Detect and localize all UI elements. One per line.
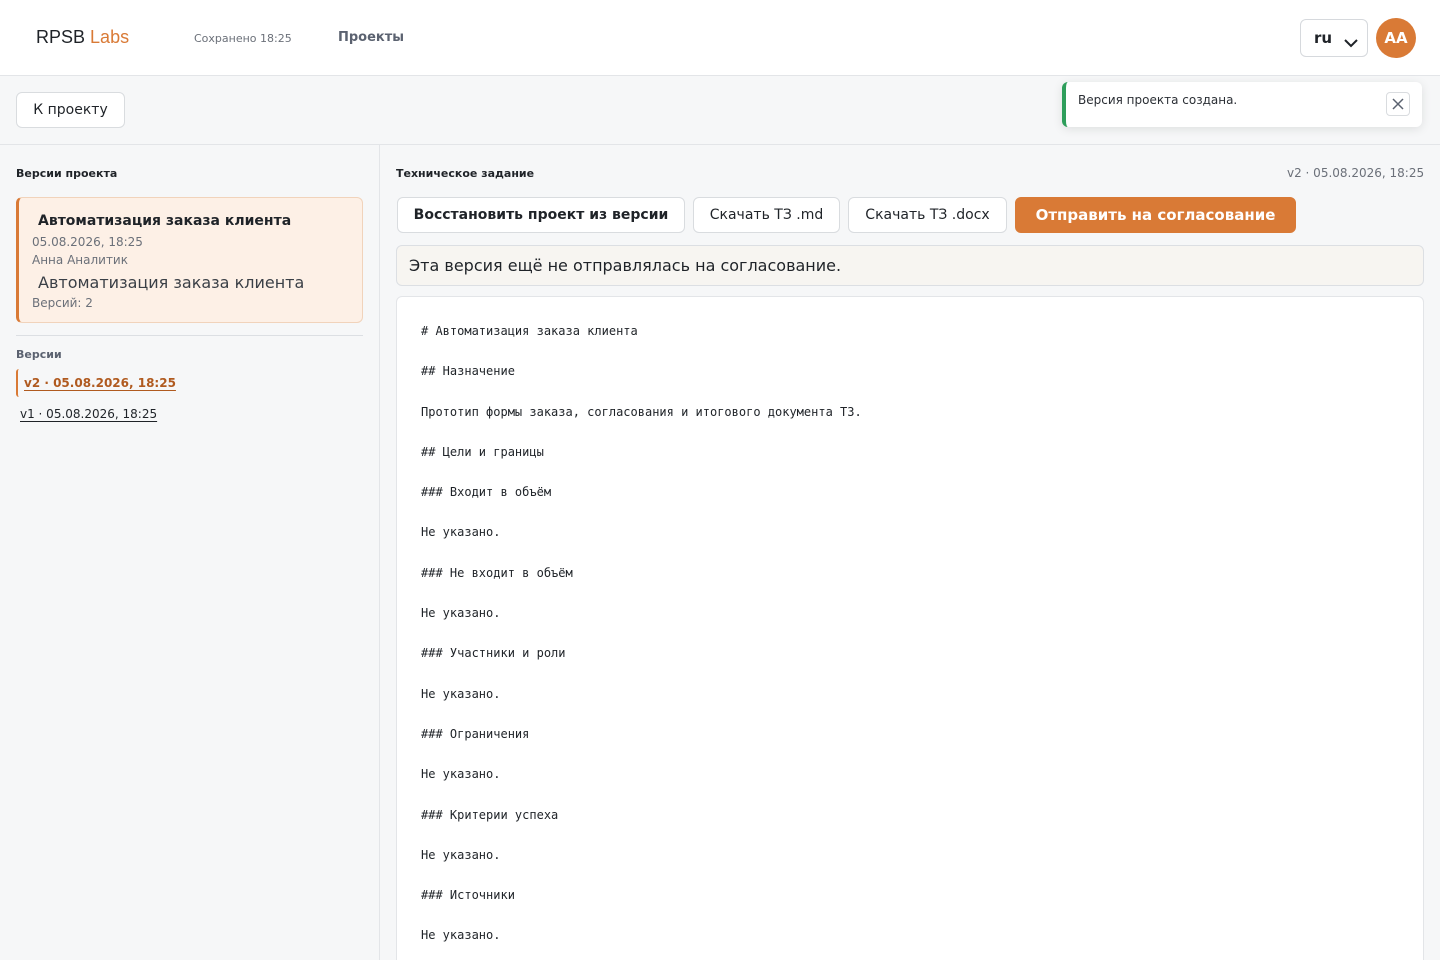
versions-title: Версии bbox=[16, 348, 62, 361]
project-description: Автоматизация заказа клиента bbox=[38, 273, 305, 292]
document-preview[interactable]: # Автоматизация заказа клиента ## Назначе… bbox=[396, 296, 1424, 960]
toast-message: Версия проекта создана. bbox=[1078, 93, 1238, 107]
download-docx-button[interactable]: Скачать ТЗ .docx bbox=[848, 197, 1007, 233]
document-line: ### Источники bbox=[421, 888, 515, 903]
nav-projects-link[interactable]: Проекты bbox=[338, 30, 404, 45]
project-name: Автоматизация заказа клиента bbox=[38, 213, 292, 229]
page-title: Техническое задание bbox=[396, 167, 535, 180]
document-content: # Автоматизация заказа клиента ## Назначе… bbox=[421, 323, 862, 960]
version-meta: v2 · 05.08.2026, 18:25 bbox=[1287, 166, 1425, 180]
project-author: Анна Аналитик bbox=[32, 253, 128, 267]
approval-notice: Эта версия ещё не отправлялась на соглас… bbox=[396, 245, 1424, 286]
document-line: Не указано. bbox=[421, 686, 501, 701]
chevron-down-icon bbox=[1344, 33, 1358, 52]
document-line: ## Назначение bbox=[421, 364, 515, 379]
project-versions-count: Версий: 2 bbox=[32, 296, 93, 310]
version-item-v1[interactable]: v1 · 05.08.2026, 18:25 bbox=[20, 407, 157, 421]
toast-close-button[interactable] bbox=[1386, 92, 1410, 116]
sidebar-divider bbox=[16, 335, 363, 336]
document-line: Не указано. bbox=[421, 767, 501, 782]
project-date: 05.08.2026, 18:25 bbox=[32, 235, 143, 249]
app-logo[interactable]: RPSB Labs bbox=[36, 27, 129, 48]
success-toast: Версия проекта создана. bbox=[1062, 82, 1422, 127]
top-bar: RPSB Labs Сохранено 18:25 Проекты ru AA bbox=[0, 0, 1440, 76]
user-avatar[interactable]: AA bbox=[1376, 18, 1416, 58]
download-md-button[interactable]: Скачать ТЗ .md bbox=[693, 197, 840, 233]
document-line: Не указано. bbox=[421, 525, 501, 540]
document-line: ## Цели и границы bbox=[421, 444, 544, 459]
approval-notice-text: Эта версия ещё не отправлялась на соглас… bbox=[409, 256, 842, 275]
document-line: Прототип формы заказа, согласования и ит… bbox=[421, 404, 862, 419]
document-line: Не указано. bbox=[421, 847, 501, 862]
project-card[interactable]: Автоматизация заказа клиента 05.08.2026,… bbox=[16, 197, 363, 323]
document-line: ### Не входит в объём bbox=[421, 565, 573, 580]
document-line: ### Критерии успеха bbox=[421, 807, 559, 822]
document-line: ### Ограничения bbox=[421, 726, 530, 741]
document-line: Не указано. bbox=[421, 606, 501, 621]
back-to-project-button[interactable]: К проекту bbox=[16, 92, 125, 128]
close-icon bbox=[1392, 98, 1404, 110]
logo-accent-text: Labs bbox=[90, 27, 130, 47]
language-select[interactable]: ru bbox=[1300, 19, 1368, 57]
send-for-approval-button[interactable]: Отправить на согласование bbox=[1015, 197, 1296, 233]
document-line: ### Входит в объём bbox=[421, 485, 552, 500]
versions-sidebar: Версии проекта Автоматизация заказа клие… bbox=[0, 145, 380, 960]
version-item-v2[interactable]: v2 · 05.08.2026, 18:25 bbox=[16, 369, 176, 397]
document-line: Не указано. bbox=[421, 928, 501, 943]
saved-status: Сохранено 18:25 bbox=[194, 32, 292, 45]
document-line: ### Участники и роли bbox=[421, 646, 566, 661]
document-line: # Автоматизация заказа клиента bbox=[421, 324, 638, 338]
language-value: ru bbox=[1314, 29, 1333, 47]
sidebar-title: Версии проекта bbox=[16, 167, 118, 180]
restore-project-button[interactable]: Восстановить проект из версии bbox=[397, 197, 685, 233]
logo-main-text: RPSB bbox=[36, 27, 86, 47]
